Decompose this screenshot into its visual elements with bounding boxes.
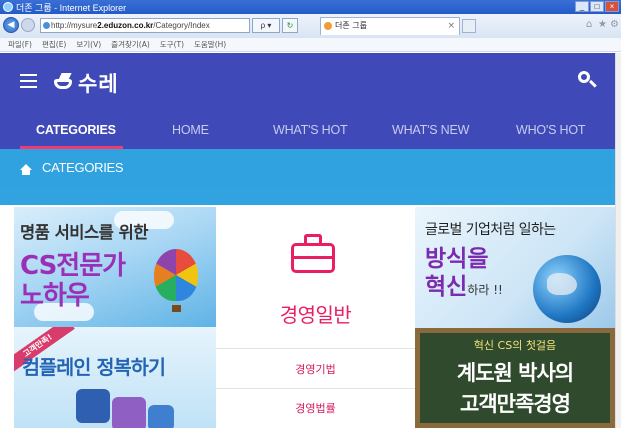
- balloon-basket-icon: [172, 305, 181, 312]
- address-toolbar: ◀ http://mysure2.eduzon.co.kr/Category/I…: [0, 14, 621, 39]
- tab-categories[interactable]: CATEGORIES: [36, 113, 116, 149]
- tab-whats-new[interactable]: WHAT'S NEW: [392, 113, 469, 149]
- tile-chalk-line3: 고객만족경영: [460, 392, 571, 416]
- tile-chalk-line1: 혁신 CS의 첫걸음: [473, 339, 557, 352]
- course-tile-global-innovation[interactable]: 글로벌 기업처럼 일하는 방식을 혁신하라 !!: [415, 207, 615, 328]
- puzzle-piece-icon: [148, 405, 174, 428]
- tab-home[interactable]: HOME: [172, 113, 209, 149]
- web-page: 수레 CATEGORIES HOME WHAT'S HOT WHAT'S NEW…: [0, 53, 615, 428]
- divider: [216, 388, 415, 389]
- address-path: /Category/Index: [153, 21, 210, 30]
- address-input[interactable]: http://mysure2.eduzon.co.kr/Category/Ind…: [40, 18, 250, 33]
- menu-tools[interactable]: 도구(T): [160, 38, 184, 51]
- menu-favorites[interactable]: 즐겨찾기(A): [111, 38, 150, 51]
- ie-logo-icon: [3, 2, 13, 12]
- menu-file[interactable]: 파일(F): [8, 38, 32, 51]
- menu-view[interactable]: 보기(V): [76, 38, 101, 51]
- menu-help[interactable]: 도움말(H): [194, 38, 226, 51]
- tab-favicon-icon: [324, 22, 332, 30]
- tile-global-line3: 혁신하라 !!: [425, 267, 503, 301]
- search-icon[interactable]: [578, 71, 596, 91]
- category-grid: 명품 서비스를 위한 CS전문가 노하우 고객만족! 컴플레인 정복하기 경영일…: [0, 187, 615, 428]
- tile-cs-line1: 명품 서비스를 위한: [20, 223, 148, 242]
- course-tile-cs-expert[interactable]: 명품 서비스를 위한 CS전문가 노하우: [14, 207, 216, 327]
- course-tile-complaint[interactable]: 고객만족! 컴플레인 정복하기: [14, 327, 216, 428]
- browser-tab[interactable]: 더존 그룹 ×: [320, 17, 460, 35]
- forward-button[interactable]: [21, 18, 35, 32]
- tab-whos-hot[interactable]: WHO'S HOT: [516, 113, 586, 149]
- back-button[interactable]: ◀: [3, 17, 19, 33]
- minimize-button[interactable]: _: [575, 1, 589, 12]
- home-icon[interactable]: [20, 164, 32, 175]
- category-nav: CATEGORIES HOME WHAT'S HOT WHAT'S NEW WH…: [0, 113, 615, 149]
- logo-cart-icon: [52, 73, 74, 93]
- logo-text: 수레: [78, 72, 119, 96]
- site-logo[interactable]: 수레: [52, 69, 119, 97]
- divider: [216, 348, 415, 349]
- address-prefix: http://mysure: [51, 21, 98, 30]
- category-title: 경영일반: [279, 303, 352, 327]
- breadcrumb-label: CATEGORIES: [42, 160, 124, 175]
- browser-menubar: 파일(F) 편집(E) 보기(V) 즐겨찾기(A) 도구(T) 도움말(H): [0, 38, 621, 52]
- tools-gear-icon[interactable]: ⚙: [610, 19, 619, 30]
- earth-globe-icon: [533, 255, 601, 323]
- tile-chalk-line2: 계도원 박사의: [456, 361, 574, 385]
- home-page-icon[interactable]: ⌂: [586, 19, 592, 30]
- browser-titlebar: 더존 그룹 - Internet Explorer _ □ ×: [0, 0, 621, 14]
- hot-air-balloon-icon: [154, 249, 198, 301]
- briefcase-icon: [291, 234, 335, 274]
- page-scrollbar[interactable]: [615, 53, 621, 428]
- refresh-button[interactable]: ↻: [282, 18, 298, 33]
- maximize-button[interactable]: □: [590, 1, 604, 12]
- window-title: 더존 그룹 - Internet Explorer: [16, 3, 127, 13]
- subcategory-management-law[interactable]: 경영법률: [216, 400, 415, 416]
- close-window-button[interactable]: ×: [605, 1, 619, 12]
- puzzle-piece-icon: [112, 397, 146, 428]
- breadcrumb: CATEGORIES: [0, 149, 615, 187]
- hamburger-icon[interactable]: [20, 74, 37, 88]
- favorites-star-icon[interactable]: ★: [598, 19, 607, 30]
- site-header: 수레: [0, 53, 615, 113]
- tile-cs-line3: 노하우: [20, 281, 90, 311]
- page-globe-icon: [43, 22, 50, 29]
- puzzle-piece-icon: [76, 389, 110, 423]
- address-host: 2.eduzon.co.kr: [97, 21, 154, 30]
- tile-global-line1: 글로벌 기업처럼 일하는: [425, 222, 556, 238]
- tab-close-button[interactable]: ×: [447, 18, 455, 34]
- tab-title: 더존 그룹: [335, 21, 367, 30]
- tab-whats-hot[interactable]: WHAT'S HOT: [273, 113, 348, 149]
- course-tile-customer-satisfaction[interactable]: 혁신 CS의 첫걸음 계도원 박사의 고객만족경영: [415, 328, 615, 428]
- tile-global-line3-main: 혁신: [425, 274, 468, 300]
- window-controls: _ □ ×: [575, 1, 619, 12]
- new-tab-button[interactable]: [462, 19, 476, 33]
- search-dropdown-button[interactable]: ρ ▾: [252, 18, 280, 33]
- subcategory-management-techniques[interactable]: 경영기법: [216, 361, 415, 377]
- category-card-management[interactable]: 경영일반 경영기법 경영법률: [216, 207, 415, 428]
- menu-edit[interactable]: 편집(E): [42, 38, 66, 51]
- tile-complain-line1: 컴플레인 정복하기: [22, 356, 166, 379]
- tile-global-line3-suffix: 하라 !!: [467, 283, 503, 297]
